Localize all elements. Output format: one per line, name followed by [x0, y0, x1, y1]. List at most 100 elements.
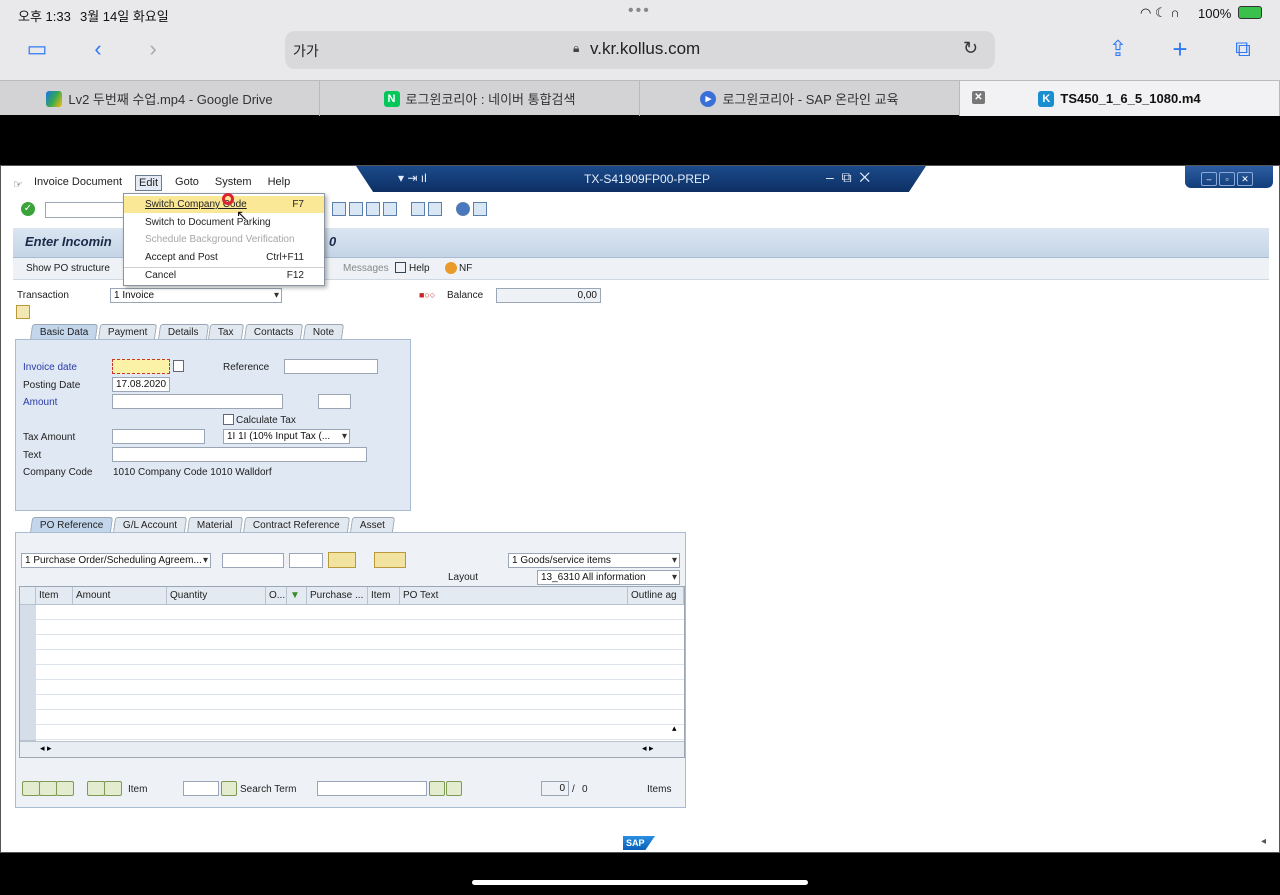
transfer-icon[interactable]: [328, 552, 356, 568]
help-button[interactable]: Help: [409, 263, 430, 274]
currency-input[interactable]: [318, 394, 351, 409]
back-icon[interactable]: ‹: [78, 30, 118, 68]
layout-select[interactable]: 13_6310 All information: [537, 570, 680, 585]
po-item-input[interactable]: [289, 553, 323, 568]
calculate-tax-checkbox[interactable]: [223, 414, 234, 425]
text-input[interactable]: [112, 447, 367, 462]
goods-items-select[interactable]: 1 Goods/service items: [508, 553, 680, 568]
restore-icon[interactable]: ▫: [1219, 172, 1235, 186]
posting-date-input[interactable]: 17.08.2020: [112, 377, 170, 392]
tab-tax[interactable]: Tax: [208, 324, 245, 340]
reader-aa-button[interactable]: 가가: [293, 41, 319, 61]
browser-tab[interactable]: N 로그윈코리아 : 네이버 통합검색: [320, 81, 640, 116]
status-expand-icon[interactable]: ◂: [1261, 836, 1266, 847]
invoice-date-input[interactable]: [112, 359, 170, 374]
settings-icon[interactable]: [56, 781, 74, 796]
window-controls-icon[interactable]: – ⧉ ✕: [826, 169, 870, 186]
messages-button[interactable]: Messages: [343, 263, 389, 274]
next-page-icon[interactable]: [366, 202, 380, 216]
more-dots-icon[interactable]: •••: [628, 2, 651, 20]
tax-amount-input[interactable]: [112, 429, 205, 444]
menu-invoice-document[interactable]: Invoice Document: [31, 175, 125, 191]
grid-header-filter-icon[interactable]: ▼: [287, 587, 307, 605]
share-icon[interactable]: ⇪: [1098, 30, 1138, 68]
grid-header-outline[interactable]: Outline ag: [628, 587, 684, 605]
title-dropdown-icon[interactable]: ▾ ⇥ ıl: [398, 171, 427, 185]
browser-tab-active[interactable]: ✕ K TS450_1_6_5_1080.m4: [960, 81, 1280, 116]
command-field[interactable]: [45, 202, 127, 218]
transaction-select[interactable]: 1 Invoice: [110, 288, 282, 303]
sidebar-icon[interactable]: ▭: [17, 30, 57, 68]
tab-contract-reference[interactable]: Contract Reference: [242, 517, 350, 533]
sap-menu-icon[interactable]: ☞: [13, 178, 23, 191]
menu-item-accept-and-post[interactable]: Accept and Post Ctrl+F11: [124, 249, 324, 266]
item-input[interactable]: [183, 781, 219, 796]
tab-po-reference[interactable]: PO Reference: [29, 517, 114, 533]
browser-tab[interactable]: ▸ 로그윈코리아 - SAP 온라인 교육: [640, 81, 960, 116]
amount-input[interactable]: [112, 394, 283, 409]
reload-icon[interactable]: ↻: [963, 38, 978, 59]
po-number-input[interactable]: [222, 553, 284, 568]
search-term-icon[interactable]: [221, 781, 237, 796]
table-row[interactable]: [20, 680, 684, 695]
header-note-icon[interactable]: [16, 305, 30, 319]
row-selector-column[interactable]: [20, 605, 36, 741]
menu-system[interactable]: System: [212, 175, 255, 191]
grid-header-order-unit[interactable]: O...: [266, 587, 287, 605]
close-tab-icon[interactable]: ✕: [972, 91, 985, 104]
tab-payment[interactable]: Payment: [98, 324, 158, 340]
tab-asset[interactable]: Asset: [349, 517, 395, 533]
grid-header-po-text[interactable]: PO Text: [400, 587, 628, 605]
last-page-icon[interactable]: [383, 202, 397, 216]
sort-descending-icon[interactable]: [104, 781, 122, 796]
enter-check-icon[interactable]: ✓: [21, 202, 35, 216]
grid-header-amount[interactable]: Amount: [73, 587, 167, 605]
grid-header-item[interactable]: Item: [36, 587, 73, 605]
find-next-icon[interactable]: [446, 781, 462, 796]
help-icon[interactable]: [456, 202, 470, 216]
find-icon[interactable]: [429, 781, 445, 796]
first-page-icon[interactable]: [332, 202, 346, 216]
close-icon[interactable]: ✕: [1237, 172, 1253, 186]
table-row[interactable]: [20, 710, 684, 725]
tab-details[interactable]: Details: [157, 324, 209, 340]
tab-gl-account[interactable]: G/L Account: [113, 517, 188, 533]
table-row[interactable]: [20, 695, 684, 710]
new-session-icon[interactable]: [411, 202, 425, 216]
select-all-icon[interactable]: [22, 781, 40, 796]
table-row[interactable]: [20, 725, 684, 740]
horizontal-scrollbar[interactable]: ◂ ▸ ◂ ▸: [20, 741, 684, 757]
address-bar[interactable]: 가가 🔒︎ v.kr.kollus.com ↻: [285, 31, 995, 69]
sort-ascending-icon[interactable]: [87, 781, 105, 796]
table-row[interactable]: [20, 605, 684, 620]
browser-tab[interactable]: Lv2 두번째 수업.mp4 - Google Drive: [0, 81, 320, 116]
previous-page-icon[interactable]: [349, 202, 363, 216]
calendar-icon[interactable]: [173, 360, 184, 372]
grid-header-quantity[interactable]: Quantity: [167, 587, 266, 605]
grid-header-purchase[interactable]: Purchase ...: [307, 587, 368, 605]
table-row[interactable]: [20, 650, 684, 665]
search-term-input[interactable]: [317, 781, 427, 796]
tabs-overview-icon[interactable]: ⧉: [1223, 30, 1263, 68]
menu-help[interactable]: Help: [265, 175, 294, 191]
refresh-po-icon[interactable]: [374, 552, 406, 568]
menu-goto[interactable]: Goto: [172, 175, 202, 191]
show-po-structure-button[interactable]: Show PO structure: [26, 263, 110, 274]
forward-icon[interactable]: ›: [133, 30, 173, 68]
new-tab-icon[interactable]: +: [1160, 30, 1200, 68]
grid-header-po-item[interactable]: Item: [368, 587, 400, 605]
nf-button[interactable]: NF: [459, 263, 472, 274]
table-row[interactable]: [20, 620, 684, 635]
customize-icon[interactable]: [473, 202, 487, 216]
menu-edit[interactable]: Edit: [135, 175, 163, 191]
scroll-right-icon[interactable]: ◂ ▸: [642, 743, 654, 754]
scroll-left-icon[interactable]: ◂ ▸: [40, 743, 52, 754]
shortcut-icon[interactable]: [428, 202, 442, 216]
select-all-cell[interactable]: [20, 587, 36, 605]
table-row[interactable]: [20, 635, 684, 650]
tab-contacts[interactable]: Contacts: [243, 324, 304, 340]
reference-type-select[interactable]: 1 Purchase Order/Scheduling Agreem...: [21, 553, 211, 568]
minimize-icon[interactable]: –: [1201, 172, 1217, 186]
table-row[interactable]: [20, 665, 684, 680]
tax-code-select[interactable]: 1I 1I (10% Input Tax (...: [223, 429, 350, 444]
